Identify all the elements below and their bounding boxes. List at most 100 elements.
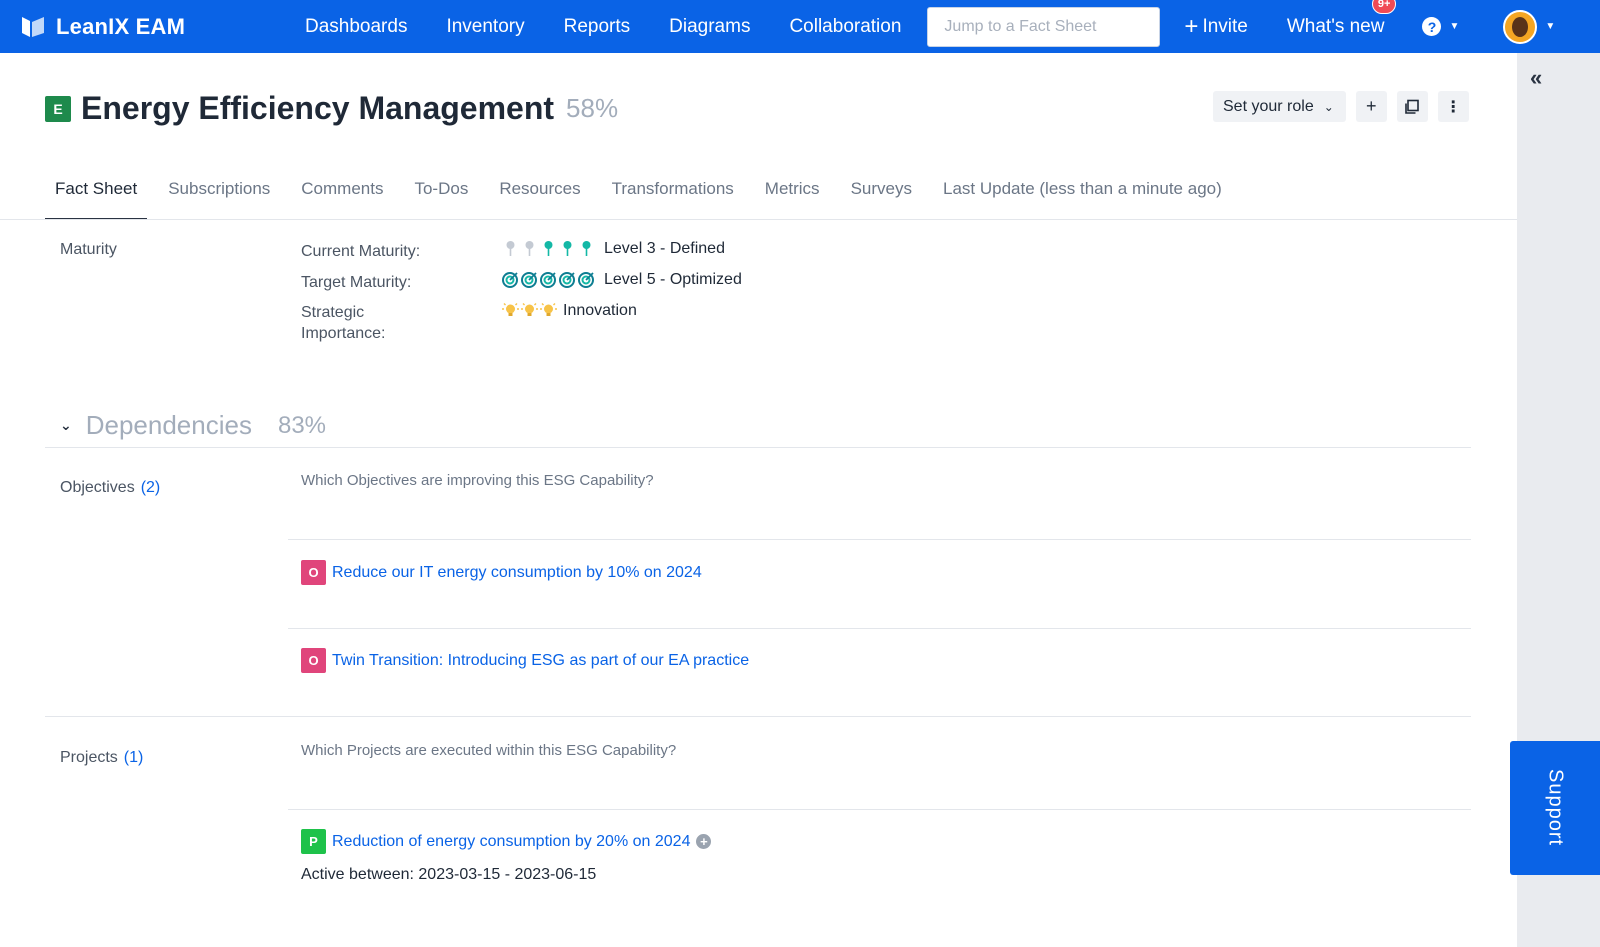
fact-sheet-header: E Energy Efficiency Management 58% — [45, 90, 618, 127]
list-item: P Reduction of energy consumption by 20%… — [301, 829, 712, 854]
nav-collaboration[interactable]: Collaboration — [789, 16, 901, 38]
nav-diagrams[interactable]: Diagrams — [669, 16, 750, 38]
tab-resources[interactable]: Resources — [489, 175, 590, 220]
fact-sheet-type-badge: E — [45, 95, 71, 122]
pin-icon — [525, 241, 534, 256]
jump-to-fact-sheet-input[interactable] — [927, 6, 1161, 47]
strategic-importance-label-line2: Importance: — [301, 325, 386, 342]
lightbulb-icon — [521, 303, 538, 316]
importance-bulbs — [501, 302, 558, 320]
current-maturity-text: Level 3 - Defined — [604, 240, 725, 257]
divider — [45, 447, 1471, 448]
caret-down-icon: ▼ — [1545, 21, 1556, 32]
strategic-importance-text: Innovation — [563, 302, 637, 319]
tab-metrics[interactable]: Metrics — [755, 175, 830, 220]
invite-button[interactable]: + Invite — [1184, 12, 1248, 40]
project-active-between: Active between: 2023-03-15 - 2023-06-15 — [301, 866, 597, 883]
brand[interactable]: LeanIX EAM — [20, 14, 270, 40]
plus-icon: + — [1184, 12, 1199, 40]
pin-icon — [544, 241, 553, 256]
projects-count: (1) — [123, 749, 144, 766]
fact-sheet-panel: E Energy Efficiency Management 58% Set y… — [0, 53, 1517, 947]
kebab-menu-icon: ⋮ — [1445, 98, 1462, 116]
nav-reports[interactable]: Reports — [564, 16, 631, 38]
dependencies-section-header[interactable]: ⌄ Dependencies 83% — [60, 410, 326, 441]
tab-transformations[interactable]: Transformations — [602, 175, 744, 220]
list-item: O Twin Transition: Introducing ESG as pa… — [301, 648, 749, 673]
caret-down-icon: ▼ — [1449, 21, 1460, 32]
projects-question: Which Projects are executed within this … — [301, 742, 677, 759]
target-maturity-text: Level 5 - Optimized — [604, 271, 742, 288]
objective-type-badge: O — [301, 560, 326, 585]
top-navigation-bar: LeanIX EAM Dashboards Inventory Reports … — [0, 0, 1600, 53]
objective-link[interactable]: Twin Transition: Introducing ESG as part… — [332, 652, 749, 670]
collapse-panel-icon[interactable]: « — [1530, 65, 1542, 91]
divider — [45, 716, 1471, 717]
whats-new-button[interactable]: What's new 9+ — [1286, 0, 1397, 38]
main-nav: Dashboards Inventory Reports Diagrams Co… — [270, 16, 901, 38]
nav-dashboards[interactable]: Dashboards — [305, 16, 407, 38]
tab-fact-sheet[interactable]: Fact Sheet — [45, 175, 148, 220]
brand-name: LeanIX EAM — [56, 13, 186, 39]
set-role-button[interactable]: Set your role ⌄ — [1213, 91, 1346, 122]
avatar — [1503, 9, 1538, 44]
tab-comments[interactable]: Comments — [291, 175, 393, 220]
dependencies-completion: 83% — [277, 411, 327, 439]
help-icon: ? — [1422, 17, 1442, 36]
target-icon — [559, 272, 575, 288]
list-item: O Reduce our IT energy consumption by 10… — [301, 560, 702, 585]
objectives-label: Objectives (2) — [60, 479, 160, 497]
tabs-divider — [0, 219, 1517, 220]
pin-icon — [563, 241, 572, 256]
completion-score: 58% — [566, 93, 619, 123]
chevron-down-icon: ⌄ — [1323, 99, 1334, 114]
target-icon — [521, 272, 537, 288]
projects-label-text: Projects — [60, 749, 118, 766]
divider — [288, 809, 1471, 810]
add-circle-icon[interactable]: + — [696, 834, 712, 849]
objective-link[interactable]: Reduce our IT energy consumption by 10% … — [332, 564, 702, 582]
strategic-importance-label: Strategic Importance: — [301, 302, 385, 344]
target-icon — [502, 272, 518, 288]
divider — [288, 628, 1471, 629]
copy-icon — [1405, 99, 1420, 114]
copy-button[interactable] — [1396, 91, 1428, 122]
pin-icon — [506, 241, 515, 256]
strategic-importance-value: Innovation — [501, 302, 637, 320]
objectives-question: Which Objectives are improving this ESG … — [301, 472, 654, 489]
more-options-button[interactable]: ⋮ — [1437, 91, 1469, 122]
invite-label: Invite — [1202, 15, 1248, 37]
set-role-label: Set your role — [1223, 97, 1314, 115]
add-button[interactable]: + — [1355, 91, 1387, 122]
objectives-count: (2) — [140, 479, 161, 496]
notification-badge: 9+ — [1371, 0, 1397, 14]
project-link[interactable]: Reduction of energy consumption by 20% o… — [332, 833, 690, 851]
target-maturity-label: Target Maturity: — [301, 274, 412, 291]
target-maturity-value: Level 5 - Optimized — [501, 271, 742, 289]
help-menu-button[interactable]: ? ▼ — [1422, 17, 1459, 36]
current-maturity-value: Level 3 - Defined — [501, 240, 725, 258]
tab-todos[interactable]: To-Dos — [404, 175, 478, 220]
maturity-pins — [501, 240, 596, 258]
project-type-badge: P — [301, 829, 326, 854]
chevron-down-icon: ⌄ — [60, 417, 72, 433]
tab-surveys[interactable]: Surveys — [841, 175, 922, 220]
nav-inventory[interactable]: Inventory — [446, 16, 524, 38]
objectives-label-text: Objectives — [60, 479, 135, 496]
strategic-importance-label-line1: Strategic — [301, 304, 365, 321]
avatar-face — [1512, 16, 1529, 37]
whats-new-label: What's new — [1286, 15, 1385, 37]
lightbulb-icon — [502, 303, 519, 316]
header-actions: Set your role ⌄ + ⋮ — [1213, 91, 1469, 122]
lightbulb-icon — [540, 303, 557, 316]
user-menu-button[interactable]: ▼ — [1503, 9, 1556, 44]
tab-subscriptions[interactable]: Subscriptions — [158, 175, 280, 220]
target-icons — [501, 271, 596, 289]
divider — [288, 539, 1471, 540]
dependencies-title: Dependencies — [85, 410, 252, 440]
support-button[interactable]: Support — [1510, 741, 1600, 875]
plus-icon: + — [1366, 96, 1377, 116]
target-icon — [578, 272, 594, 288]
current-maturity-label: Current Maturity: — [301, 243, 421, 260]
tab-last-update[interactable]: Last Update (less than a minute ago) — [933, 175, 1232, 220]
